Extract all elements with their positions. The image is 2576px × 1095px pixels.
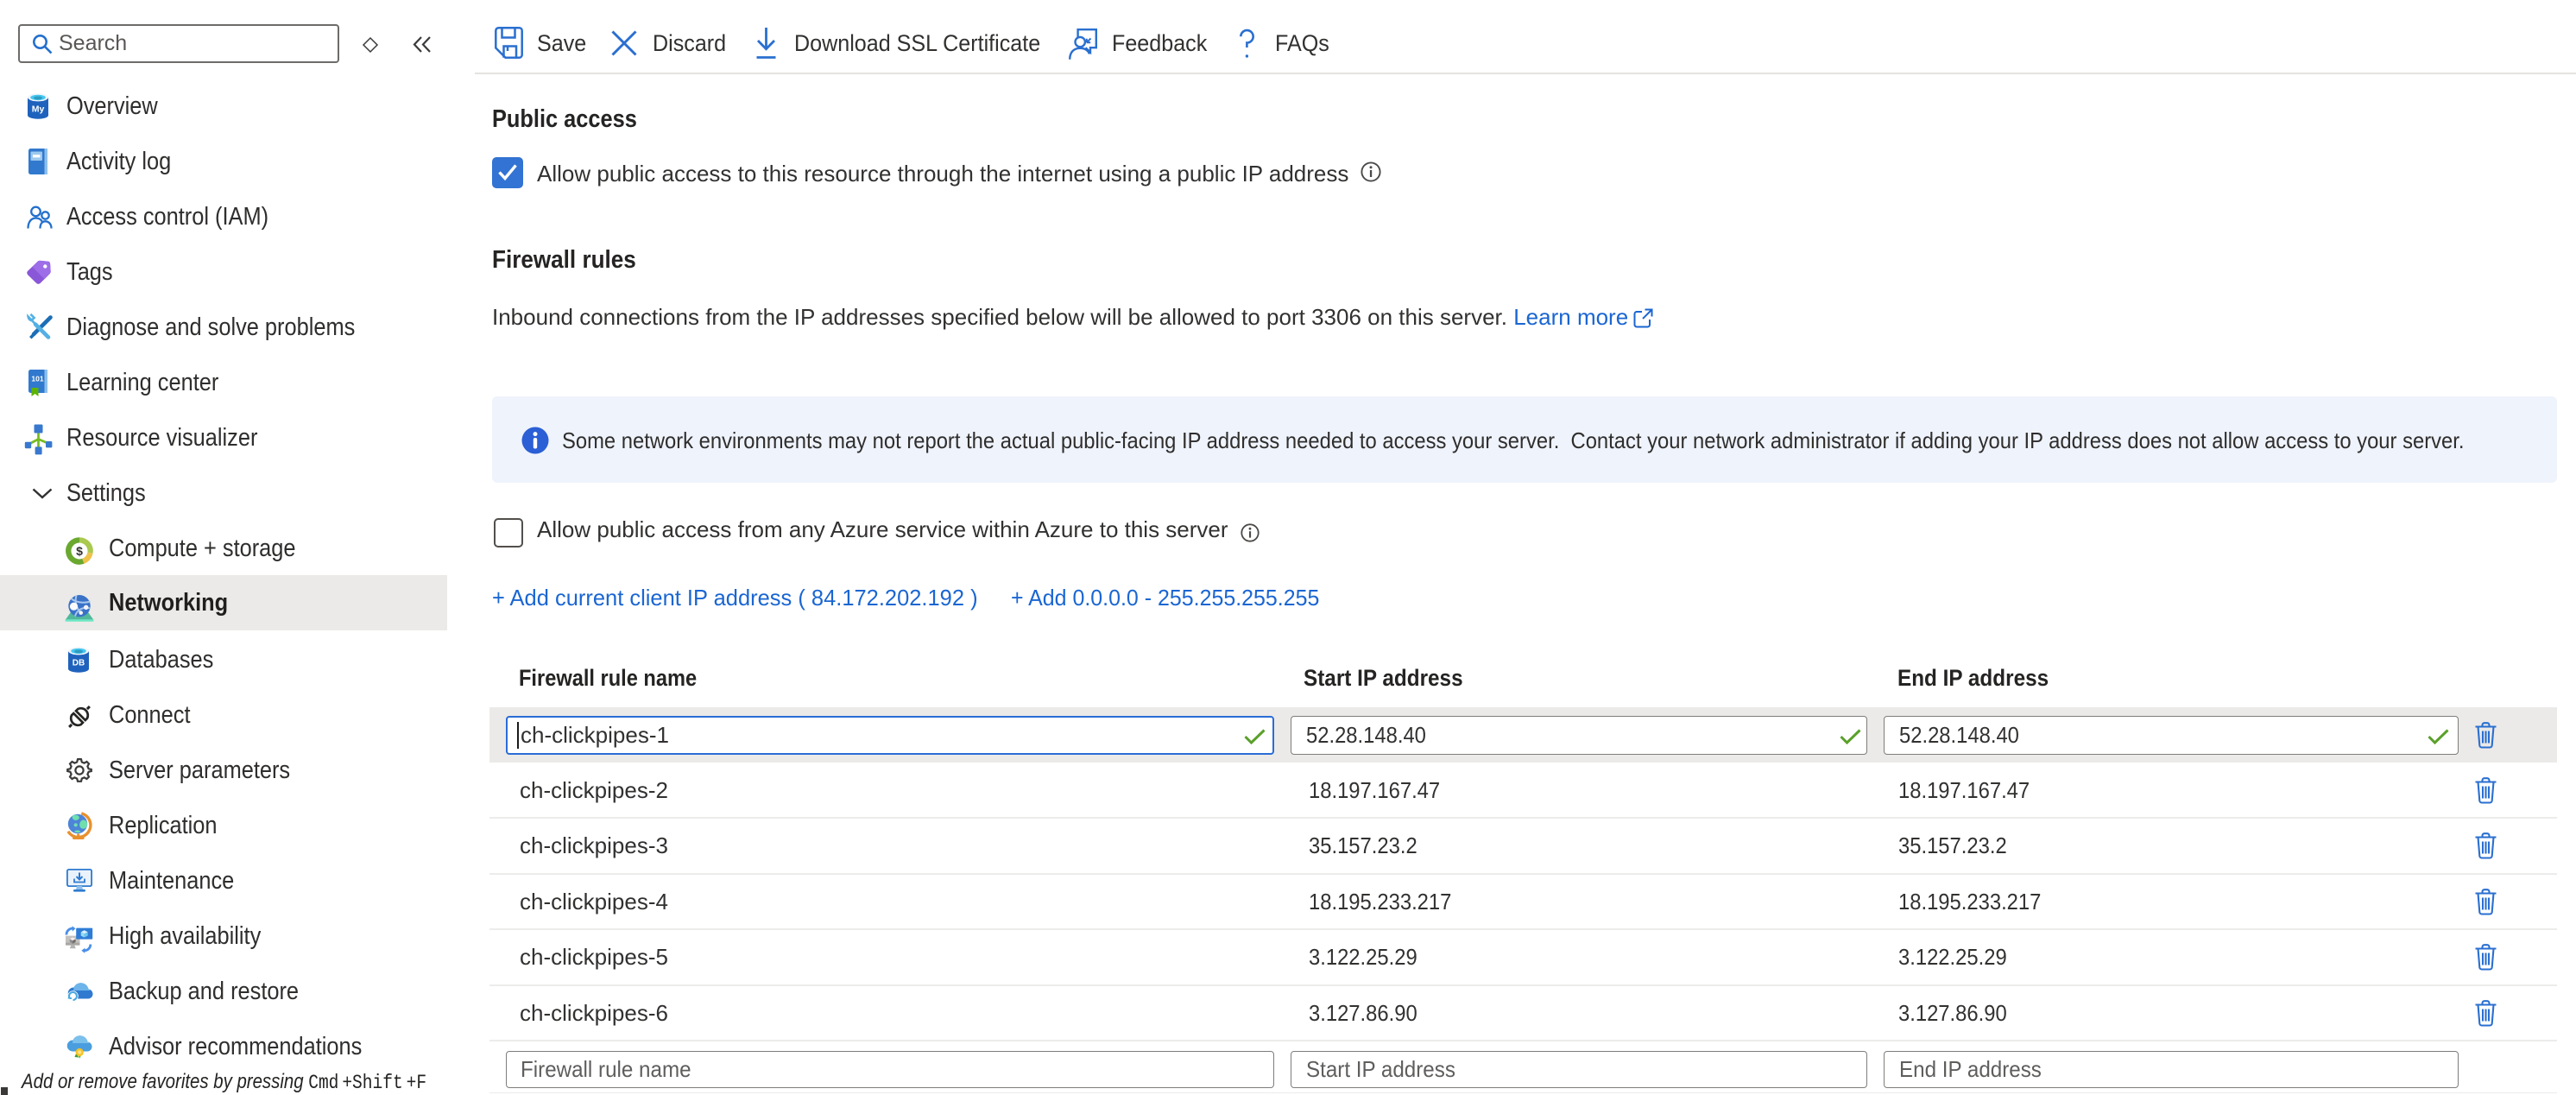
svg-text:$: $ [76, 544, 83, 558]
svg-text:101: 101 [31, 375, 43, 383]
svg-text:DB: DB [73, 658, 85, 668]
svg-text:My: My [32, 104, 45, 114]
